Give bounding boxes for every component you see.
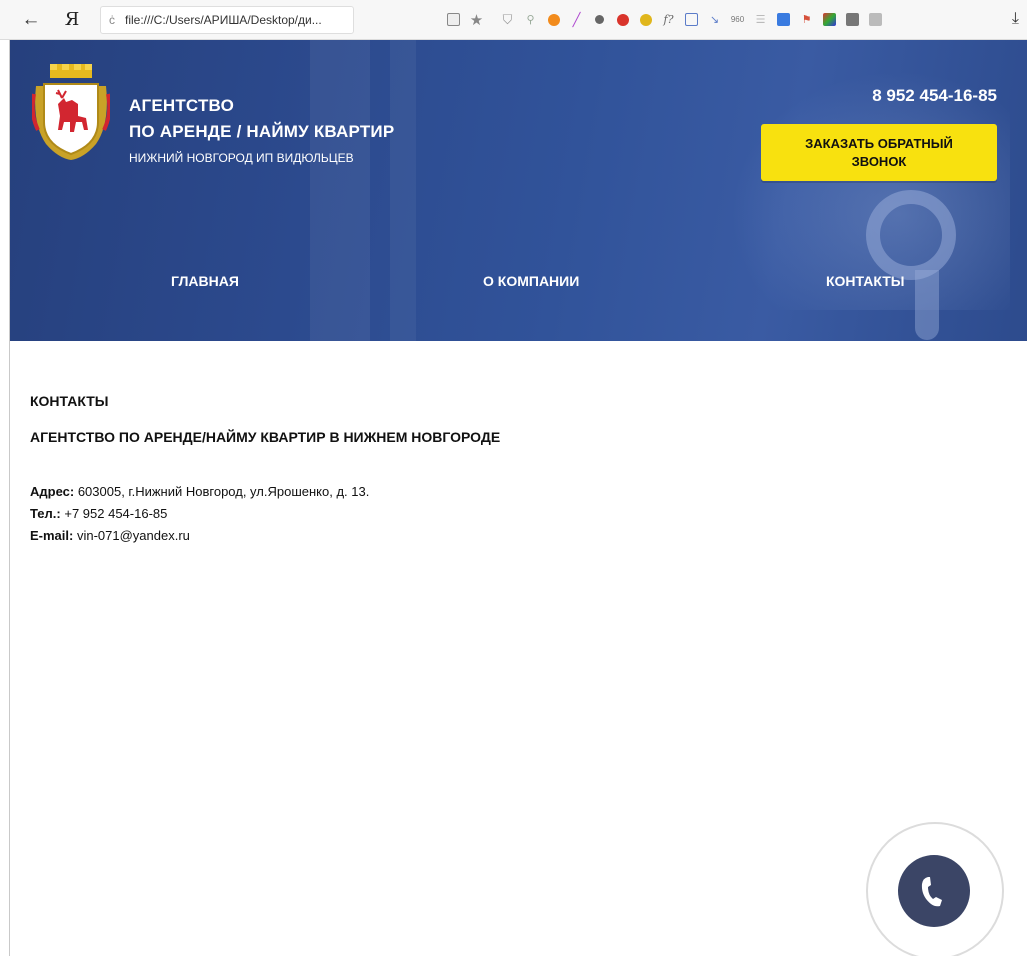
background-curtain — [390, 40, 416, 341]
email-value[interactable]: vin-071@yandex.ru — [77, 528, 190, 543]
formula-icon[interactable]: f? — [659, 10, 678, 29]
blue-extension-icon[interactable] — [774, 10, 793, 29]
green-extension-icon[interactable] — [636, 10, 655, 29]
colors-icon[interactable] — [820, 10, 839, 29]
nav-contacts[interactable]: КОНТАКТЫ — [826, 273, 904, 289]
phone-row: Тел.: +7 952 454-16-85 — [30, 503, 990, 525]
lines-icon[interactable]: ☰ — [751, 10, 770, 29]
site-header: АГЕНТСТВО ПО АРЕНДЕ / НАЙМУ КВАРТИР НИЖН… — [10, 40, 1027, 341]
reload-icon[interactable]: ċ — [109, 13, 115, 27]
callback-button[interactable]: ЗАКАЗАТЬ ОБРАТНЫЙ ЗВОНОК — [761, 124, 997, 181]
page-title: КОНТАКТЫ — [30, 393, 109, 409]
background-key — [866, 190, 956, 280]
address-bar[interactable]: ċ file:///C:/Users/АРИША/Desktop/ди... — [100, 5, 354, 34]
email-label: E-mail: — [30, 528, 74, 543]
shield-icon[interactable]: ⛉ — [498, 10, 517, 29]
frame-icon[interactable] — [682, 10, 701, 29]
background-curtain — [310, 40, 370, 341]
brand-subtitle: НИЖНИЙ НОВГОРОД ИП ВИДЮЛЬЦЕВ — [129, 151, 354, 165]
feather-icon[interactable]: ╱ — [567, 10, 586, 29]
page-subtitle: АГЕНТСТВО ПО АРЕНДЕ/НАЙМУ КВАРТИР В НИЖН… — [30, 429, 501, 445]
background-key-blade — [915, 270, 939, 340]
star-icon[interactable]: ★ — [467, 10, 486, 29]
address-label: Адрес: — [30, 484, 75, 499]
yandex-logo[interactable]: Я — [58, 9, 86, 30]
contacts-content: КОНТАКТЫ АГЕНТСТВО ПО АРЕНДЕ/НАЙМУ КВАРТ… — [30, 393, 990, 547]
nav-about[interactable]: О КОМПАНИИ — [483, 273, 579, 289]
phone-value[interactable]: +7 952 454-16-85 — [64, 506, 167, 521]
browser-toolbar: ← Я ċ file:///C:/Users/АРИША/Desktop/ди.… — [0, 0, 1027, 40]
pin-icon[interactable]: ⚑ — [797, 10, 816, 29]
download-icon[interactable]: ⤓ — [1012, 10, 1019, 28]
coat-of-arms-logo[interactable] — [32, 64, 110, 162]
address-value: 603005, г.Нижний Новгород, ул.Ярошенко, … — [77, 484, 370, 499]
bulb-icon[interactable] — [590, 10, 609, 29]
magnifier-icon[interactable]: ⚲ — [521, 10, 540, 29]
call-widget-button[interactable] — [898, 855, 970, 927]
back-button[interactable]: ← — [16, 9, 46, 31]
gray-extension-icon[interactable] — [866, 10, 885, 29]
phone-label: Тел.: — [30, 506, 61, 521]
contact-info: Адрес: 603005, г.Нижний Новгород, ул.Яро… — [30, 481, 990, 547]
header-phone[interactable]: 8 952 454-16-85 — [872, 86, 997, 106]
camera-icon[interactable] — [843, 10, 862, 29]
email-row: E-mail: vin-071@yandex.ru — [30, 525, 990, 547]
extensions-toolbar: ★ ⛉ ⚲ ╱ f? ↘ 960 ☰ ⚑ — [444, 10, 885, 29]
960-icon[interactable]: 960 — [728, 10, 747, 29]
page-edge — [0, 40, 10, 956]
adblock-icon[interactable] — [613, 10, 632, 29]
phone-icon — [921, 877, 942, 907]
brand-title-line2: ПО АРЕНДЕ / НАЙМУ КВАРТИР — [129, 122, 395, 141]
brand-title-line1: АГЕНТСТВО — [129, 96, 235, 115]
orange-extension-icon[interactable] — [544, 10, 563, 29]
page-icon[interactable] — [444, 10, 463, 29]
nav-home[interactable]: ГЛАВНАЯ — [171, 273, 239, 289]
address-text: file:///C:/Users/АРИША/Desktop/ди... — [125, 12, 322, 27]
address-row: Адрес: 603005, г.Нижний Новгород, ул.Яро… — [30, 481, 990, 503]
link-icon[interactable]: ↘ — [705, 10, 724, 29]
